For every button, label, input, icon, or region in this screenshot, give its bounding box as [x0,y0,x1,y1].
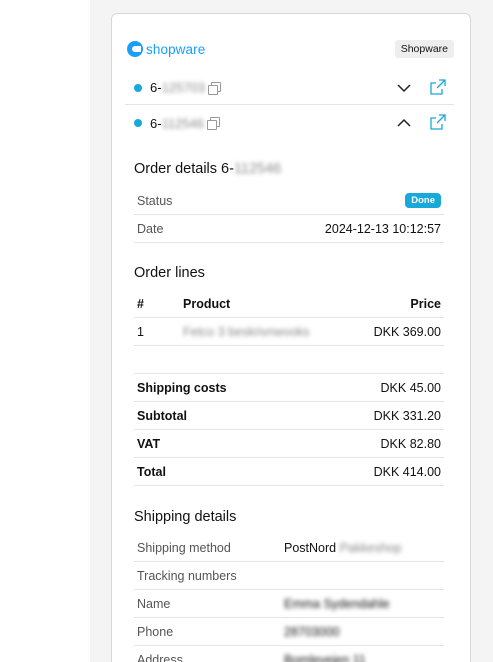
shipping-costs-label: Shipping costs [137,380,227,395]
order-panel: shopware Shopware 6-125703 6-112546 Orde… [111,13,471,662]
date-value: 2024-12-13 10:12:57 [324,221,441,236]
address-row: Address Bomlevejen 11 [134,646,444,662]
total-label: Total [137,464,166,479]
phone-label: Phone [137,624,174,639]
order-number: 6-125703 [150,80,205,95]
shipping-costs-row: Shipping costs DKK 45.00 [134,374,444,402]
chevron-up-icon[interactable] [396,115,412,131]
order-number: 6-112546 [150,115,204,131]
phone-value: 28703000 [284,624,340,639]
left-pane [0,0,90,662]
name-label: Name [137,596,171,611]
order-lines-table: # Product Price 1 Fetco 3 beskrivnwvoks … [134,290,444,486]
external-link-icon[interactable] [430,79,446,95]
status-label: Status [137,193,173,208]
shipping-method-label: Shipping method [137,540,231,555]
vat-value: DKK 82.80 [380,436,441,451]
platform-badge: Shopware [394,40,454,58]
tracking-row: Tracking numbers [134,562,444,590]
order-lines-title: Order lines [134,265,205,281]
shipping-method-value: PostNord Pakkeshop [284,540,402,555]
subtotal-label: Subtotal [137,408,187,423]
chevron-down-icon[interactable] [396,80,412,96]
total-row: Total DKK 414.00 [134,458,444,486]
address-label: Address [137,652,183,662]
order-details-title: Order details 6-112546 [134,161,282,177]
shopware-logo-icon [127,41,143,57]
col-product: Product [183,296,231,311]
external-link-icon[interactable] [430,114,446,130]
copy-icon[interactable] [207,81,221,95]
address-value: Bomlevejen 11 [284,652,366,662]
subtotal-row: Subtotal DKK 331.20 [134,402,444,430]
panel-header: shopware Shopware [127,40,454,61]
line-num: 1 [137,324,144,339]
phone-row: Phone 28703000 [134,618,444,646]
empty-row [134,346,444,374]
total-value: DKK 414.00 [373,464,441,479]
logo-text: shopware [146,41,206,57]
shipping-costs-value: DKK 45.00 [380,380,441,395]
order-row[interactable]: 6-125703 [125,71,454,105]
vat-label: VAT [137,436,161,451]
name-row: Name Emma Sydendahle [134,590,444,618]
shopware-logo: shopware [127,41,205,57]
shipping-method-row: Shipping method PostNord Pakkeshop [134,534,444,562]
line-product: Fetco 3 beskrivnwvoks [183,324,310,339]
date-row: Date 2024-12-13 10:12:57 [134,215,444,243]
date-label: Date [137,221,164,236]
vat-row: VAT DKK 82.80 [134,430,444,458]
status-dot [134,83,142,92]
table-row: 1 Fetco 3 beskrivnwvoks DKK 369.00 [134,318,444,346]
order-row[interactable]: 6-112546 [125,106,454,140]
name-value: Emma Sydendahle [284,596,390,611]
status-dot [134,119,142,127]
shipping-details-title: Shipping details [134,509,237,525]
subtotal-value: DKK 331.20 [373,408,441,423]
tracking-label: Tracking numbers [137,568,237,583]
copy-icon[interactable] [206,117,220,130]
table-header: # Product Price [134,290,444,318]
status-badge: Done [405,193,441,208]
line-price: DKK 369.00 [373,324,441,339]
col-num: # [137,296,144,311]
col-price: Price [410,296,441,311]
status-row: Status Done [134,187,444,215]
